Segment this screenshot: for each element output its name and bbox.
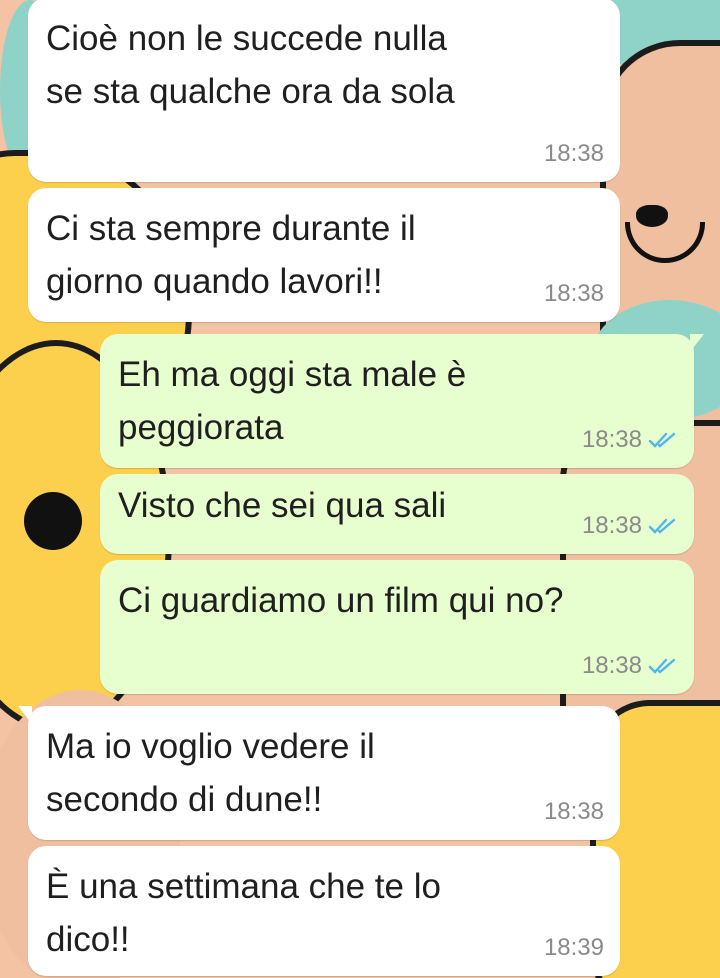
- message-bubble-outgoing[interactable]: Ci guardiamo un film qui no? 18:38: [100, 560, 694, 694]
- message-bubble-outgoing[interactable]: Visto che sei qua sali 18:38: [100, 474, 694, 554]
- message-text: Ci sta sempre durante il giorno quando l…: [46, 209, 416, 301]
- message-bubble-incoming[interactable]: Cioè non le succede nulla se sta qualche…: [28, 0, 620, 182]
- message-bubble-outgoing[interactable]: Eh ma oggi sta male è peggiorata 18:38: [100, 334, 704, 468]
- read-ticks-icon: [648, 518, 676, 534]
- read-ticks-icon: [648, 658, 676, 674]
- message-text: Ma io voglio vedere il secondo di dune!!: [46, 727, 375, 819]
- message-time: 18:38: [543, 798, 604, 825]
- message-bubble-incoming[interactable]: È una settimana che te lo dico!! 18:39: [28, 846, 620, 976]
- message-text: Ci guardiamo un film qui no?: [118, 581, 564, 620]
- message-time: 18:38: [581, 652, 642, 679]
- message-bubble-incoming[interactable]: Ci sta sempre durante il giorno quando l…: [28, 188, 620, 322]
- message-list: Cioè non le succede nulla se sta qualche…: [0, 0, 720, 978]
- message-text: Cioè non le succede nulla se sta qualche…: [46, 19, 455, 111]
- message-time: 18:39: [543, 934, 604, 961]
- message-time: 18:38: [581, 512, 642, 539]
- read-ticks-icon: [648, 432, 676, 448]
- message-text: Eh ma oggi sta male è peggiorata: [118, 355, 467, 447]
- message-text: Visto che sei qua sali: [118, 486, 447, 525]
- message-time: 18:38: [543, 280, 604, 307]
- message-time: 18:38: [581, 426, 642, 453]
- message-time: 18:38: [543, 140, 604, 167]
- message-bubble-incoming[interactable]: Ma io voglio vedere il secondo di dune!!…: [18, 706, 620, 840]
- message-text: È una settimana che te lo dico!!: [46, 867, 441, 959]
